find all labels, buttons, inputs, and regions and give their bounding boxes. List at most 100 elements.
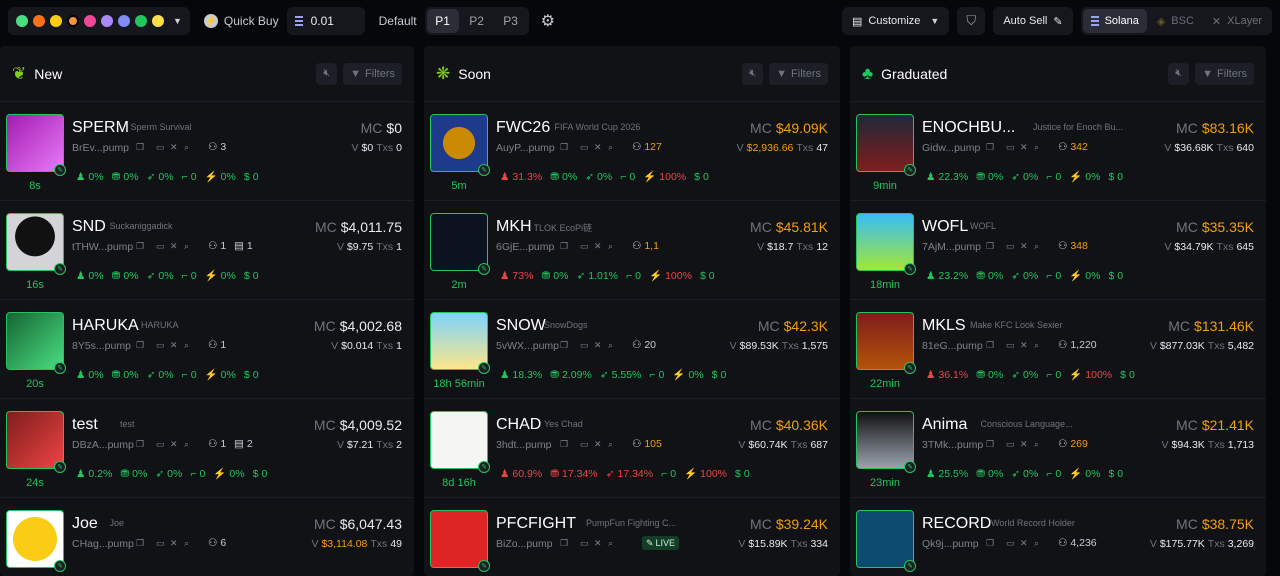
search-icon[interactable]: ⌕ bbox=[1034, 340, 1039, 351]
token-avatar[interactable] bbox=[856, 312, 914, 370]
search-icon[interactable]: ⌕ bbox=[184, 538, 189, 549]
token-address[interactable]: CHag...pump bbox=[72, 538, 134, 550]
token-ticker[interactable]: MKH bbox=[496, 218, 532, 236]
search-icon[interactable]: ⌕ bbox=[608, 439, 613, 450]
copy-icon[interactable]: ❐ bbox=[986, 439, 994, 450]
search-icon[interactable]: ⌕ bbox=[1034, 241, 1039, 252]
copy-icon[interactable]: ❐ bbox=[560, 340, 568, 351]
token-ticker[interactable]: WOFL bbox=[922, 218, 968, 236]
twitter-icon[interactable]: ✕ bbox=[1020, 142, 1028, 153]
quick-buy-input[interactable]: 0.01 bbox=[286, 7, 365, 35]
copy-icon[interactable]: ❐ bbox=[136, 538, 144, 549]
copy-icon[interactable]: ❐ bbox=[136, 241, 144, 252]
token-ticker[interactable]: HARUKA bbox=[72, 317, 139, 335]
mute-button[interactable]: 🔇︎ bbox=[1168, 62, 1190, 85]
token-ticker[interactable]: Joe bbox=[72, 515, 98, 533]
gear-icon[interactable]: ⚙ bbox=[541, 11, 555, 31]
token-row[interactable]: ✎ 9min ENOCHBU... Justice for Enoch Bu... Gi… bbox=[850, 102, 1266, 201]
mute-button[interactable]: 🔇︎ bbox=[316, 62, 338, 85]
web-icon[interactable]: ▭ bbox=[580, 142, 589, 153]
customize-button[interactable]: ▤ Customize ▼ bbox=[842, 7, 950, 35]
search-icon[interactable]: ⌕ bbox=[1034, 439, 1039, 450]
search-icon[interactable]: ⌕ bbox=[608, 241, 613, 252]
token-avatar[interactable] bbox=[856, 114, 914, 172]
twitter-icon[interactable]: ✕ bbox=[1020, 538, 1028, 549]
web-icon[interactable]: ▭ bbox=[580, 340, 589, 351]
token-ticker[interactable]: SND bbox=[72, 218, 106, 236]
copy-icon[interactable]: ❐ bbox=[136, 439, 144, 450]
token-row[interactable]: ✎ 8d 16h CHAD Yes Chad 3hdt...pump ❐ ▭ ✕ ⌕ ⚇ 105 M… bbox=[424, 399, 840, 498]
twitter-icon[interactable]: ✕ bbox=[170, 142, 178, 153]
token-address[interactable]: DBzA...pump bbox=[72, 439, 134, 451]
token-address[interactable]: 5vWX...pump bbox=[496, 340, 559, 352]
token-address[interactable]: Gidw...pump bbox=[922, 142, 980, 154]
shield-button[interactable]: ⛉ bbox=[957, 7, 986, 35]
token-row[interactable]: ✎ 22min MKLS Make KFC Look Sexier 81eG...pum… bbox=[850, 300, 1266, 399]
copy-icon[interactable]: ❐ bbox=[136, 340, 144, 351]
search-icon[interactable]: ⌕ bbox=[1034, 538, 1039, 549]
token-address[interactable]: 7AjM...pump bbox=[922, 241, 981, 253]
copy-icon[interactable]: ❐ bbox=[560, 439, 568, 450]
web-icon[interactable]: ▭ bbox=[1006, 241, 1015, 252]
preset-p1[interactable]: P1 bbox=[426, 9, 459, 33]
chain-xlayer[interactable]: ✕ XLayer bbox=[1204, 9, 1270, 33]
web-icon[interactable]: ▭ bbox=[1006, 538, 1015, 549]
token-avatar[interactable] bbox=[6, 312, 64, 370]
token-ticker[interactable]: SPERM bbox=[72, 119, 129, 137]
token-avatar[interactable] bbox=[430, 312, 488, 370]
web-icon[interactable]: ▭ bbox=[156, 142, 165, 153]
twitter-icon[interactable]: ✕ bbox=[594, 538, 602, 549]
token-address[interactable]: 8Y5s...pump bbox=[72, 340, 131, 352]
copy-icon[interactable]: ❐ bbox=[986, 538, 994, 549]
token-row[interactable]: ✎ 24s test test DBzA...pump ❐ ▭ ✕ ⌕ ⚇ 1 ▤ 2 MC $4,00… bbox=[0, 399, 414, 498]
token-row[interactable]: ✎ 2m MKH TLOK EcoPi链 6GjE...pump ❐ ▭ ✕ ⌕ ⚇ 1,1 MC $… bbox=[424, 201, 840, 300]
filters-button[interactable]: ▼ Filters bbox=[1195, 62, 1254, 85]
copy-icon[interactable]: ❐ bbox=[560, 142, 568, 153]
web-icon[interactable]: ▭ bbox=[156, 538, 165, 549]
twitter-icon[interactable]: ✕ bbox=[170, 439, 178, 450]
token-row[interactable]: ✎ Joe Joe CHag...pump ❐ ▭ ✕ ⌕ ⚇ 6 MC $6,047.43 V $3,… bbox=[0, 498, 414, 576]
web-icon[interactable]: ▭ bbox=[580, 538, 589, 549]
token-ticker[interactable]: CHAD bbox=[496, 416, 541, 434]
twitter-icon[interactable]: ✕ bbox=[170, 241, 178, 252]
search-icon[interactable]: ⌕ bbox=[184, 340, 189, 351]
token-avatar[interactable] bbox=[856, 510, 914, 568]
copy-icon[interactable]: ❐ bbox=[560, 538, 568, 549]
web-icon[interactable]: ▭ bbox=[580, 439, 589, 450]
web-icon[interactable]: ▭ bbox=[156, 340, 165, 351]
twitter-icon[interactable]: ✕ bbox=[170, 340, 178, 351]
token-ticker[interactable]: PFCFIGHT bbox=[496, 515, 576, 533]
token-ticker[interactable]: Anima bbox=[922, 416, 967, 434]
search-icon[interactable]: ⌕ bbox=[184, 142, 189, 153]
twitter-icon[interactable]: ✕ bbox=[1020, 439, 1028, 450]
twitter-icon[interactable]: ✕ bbox=[594, 241, 602, 252]
token-avatar[interactable] bbox=[430, 510, 488, 568]
token-ticker[interactable]: ENOCHBU... bbox=[922, 119, 1015, 137]
token-avatar[interactable] bbox=[430, 213, 488, 271]
search-icon[interactable]: ⌕ bbox=[608, 142, 613, 153]
token-row[interactable]: ✎ 18min WOFL WOFL 7AjM...pump ❐ ▭ ✕ ⌕ ⚇ 348 MC $35.… bbox=[850, 201, 1266, 300]
token-row[interactable]: ✎ 5m FWC26 FIFA World Cup 2026 AuyP...pump ❐ ▭… bbox=[424, 102, 840, 201]
token-avatar[interactable] bbox=[6, 213, 64, 271]
token-row[interactable]: ✎ 16s SND Suckaniggadick tTHW...pump ❐ ▭ ✕ ⌕ ⚇ 1 ▤… bbox=[0, 201, 414, 300]
twitter-icon[interactable]: ✕ bbox=[1020, 340, 1028, 351]
web-icon[interactable]: ▭ bbox=[1006, 340, 1015, 351]
search-icon[interactable]: ⌕ bbox=[184, 439, 189, 450]
token-row[interactable]: ✎ 20s HARUKA HARUKA 8Y5s...pump ❐ ▭ ✕ ⌕ ⚇ 1 MC $4,0… bbox=[0, 300, 414, 399]
token-avatar[interactable] bbox=[6, 510, 64, 568]
copy-icon[interactable]: ❐ bbox=[136, 142, 144, 153]
preset-p3[interactable]: P3 bbox=[495, 9, 527, 33]
copy-icon[interactable]: ❐ bbox=[986, 241, 994, 252]
auto-sell-button[interactable]: Auto Sell ✎ bbox=[993, 7, 1073, 35]
token-address[interactable]: AuyP...pump bbox=[496, 142, 555, 154]
preset-p2[interactable]: P2 bbox=[461, 9, 493, 33]
token-ticker[interactable]: FWC26 bbox=[496, 119, 550, 137]
token-address[interactable]: 81eG...pump bbox=[922, 340, 983, 352]
web-icon[interactable]: ▭ bbox=[1006, 142, 1015, 153]
token-avatar[interactable] bbox=[6, 411, 64, 469]
token-ticker[interactable]: test bbox=[72, 416, 98, 434]
twitter-icon[interactable]: ✕ bbox=[170, 538, 178, 549]
token-ticker[interactable]: RECORD bbox=[922, 515, 991, 533]
token-ticker[interactable]: SNOW bbox=[496, 317, 546, 335]
token-row[interactable]: ✎ 8s SPERM Sperm Survival BrEv...pump ❐ ▭ ✕ ⌕ ⚇ 3… bbox=[0, 102, 414, 201]
